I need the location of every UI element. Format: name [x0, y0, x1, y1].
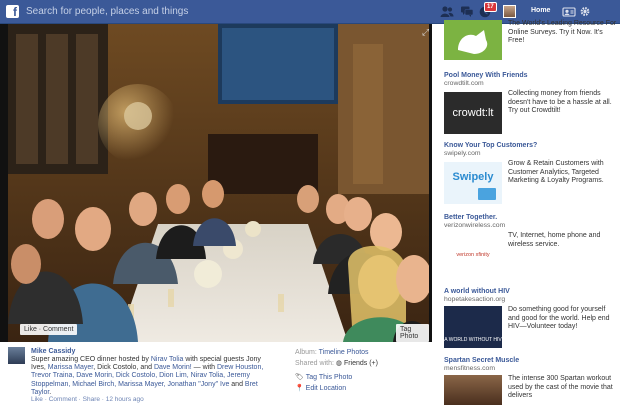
ad-item[interactable]: Know Your Top Customers? swipely.com Swi… — [444, 142, 620, 204]
tag-link[interactable]: Dave Morin! — [154, 364, 192, 371]
globe-icon: ◍ — [335, 359, 342, 367]
sponsored-ads-column: The World's Leading Resource For Online … — [432, 20, 620, 405]
ad-title[interactable]: A world without HIV — [444, 288, 620, 296]
search-input[interactable] — [22, 4, 292, 19]
ad-url: swipely.com — [444, 150, 481, 157]
dinner-photo[interactable]: ⤢ Like · Comment Tag Photo — [8, 24, 429, 342]
account-avatar[interactable] — [503, 5, 516, 18]
expand-icon[interactable]: ⤢ — [422, 27, 429, 38]
notifications-count-badge: 17 — [484, 2, 497, 12]
edit-location-link[interactable]: Edit Location — [306, 385, 346, 392]
ad-item[interactable]: Better Together. verizonwireless.com ver… — [444, 214, 620, 276]
author-name-link[interactable]: Mike Cassidy — [31, 348, 75, 355]
ad-item[interactable]: A world without HIV hopetakesaction.org … — [444, 288, 620, 348]
tag-link[interactable]: Nirav Tolia — [151, 356, 184, 363]
location-pin-icon: 📍 — [295, 384, 304, 392]
author-avatar[interactable] — [8, 347, 25, 364]
ad-url: verizonwireless.com — [444, 222, 506, 229]
privacy-selector[interactable]: Friends (+) — [344, 360, 378, 367]
ad-image[interactable] — [444, 375, 502, 405]
ad-url: mensfitness.com — [444, 365, 495, 372]
ad-title[interactable]: Know Your Top Customers? — [444, 142, 620, 150]
caption-text: Super amazing CEO dinner hosted by Nirav… — [31, 356, 264, 396]
ad-body: Grow & Retain Customers with Customer An… — [508, 160, 604, 185]
friend-requests-icon[interactable] — [440, 5, 454, 18]
facebook-logo-icon[interactable]: f — [6, 5, 19, 18]
settings-gear-icon[interactable] — [578, 5, 592, 18]
photo-details: Album: Timeline Photos Shared with: ◍ Fr… — [295, 349, 378, 392]
photo-viewer: ⤢ Like · Comment Tag Photo — [0, 24, 432, 342]
home-link[interactable]: Home — [531, 7, 550, 14]
post-actions[interactable]: Like · Comment · Share · 12 hours ago — [31, 396, 144, 403]
album-link[interactable]: Timeline Photos — [319, 349, 369, 356]
tag-icon: 🏷 — [295, 374, 304, 381]
ad-image[interactable]: A WORLD WITHOUT HIV — [444, 306, 502, 348]
ad-body: Do something good for yourself and good … — [508, 306, 610, 331]
ad-image[interactable]: crowdt:lt — [444, 92, 502, 134]
ad-title[interactable]: Better Together. — [444, 214, 620, 222]
photo-tag-button[interactable]: Tag Photo — [396, 324, 429, 342]
ad-title[interactable]: Pool Money With Friends — [444, 72, 620, 80]
ad-item[interactable]: Pool Money With Friends crowdtilt.com cr… — [444, 72, 620, 134]
ad-body: Collecting money from friends doesn't ha… — [508, 90, 612, 115]
messages-icon[interactable] — [460, 5, 474, 18]
tag-link[interactable]: Marissa Mayer — [48, 364, 94, 371]
ad-image[interactable] — [444, 20, 502, 60]
tag-this-photo-link[interactable]: Tag This Photo — [306, 374, 353, 381]
ad-url: hopetakesaction.org — [444, 296, 506, 303]
ad-image[interactable]: verizon xfinity — [444, 234, 502, 276]
ad-item[interactable]: Spartan Secret Muscle mensfitness.com Th… — [444, 357, 620, 405]
ad-body: The World's Leading Resource For Online … — [508, 20, 617, 45]
photo-like-comment-button[interactable]: Like · Comment — [20, 324, 78, 335]
ad-url: crowdtilt.com — [444, 80, 484, 87]
account-icon[interactable] — [562, 5, 576, 18]
ad-title[interactable]: Spartan Secret Muscle — [444, 357, 620, 365]
ad-image[interactable]: Swipely — [444, 162, 502, 204]
ad-body: TV, Internet, home phone and wireless se… — [508, 232, 601, 248]
ad-body: The intense 300 Spartan workout used by … — [508, 375, 613, 400]
